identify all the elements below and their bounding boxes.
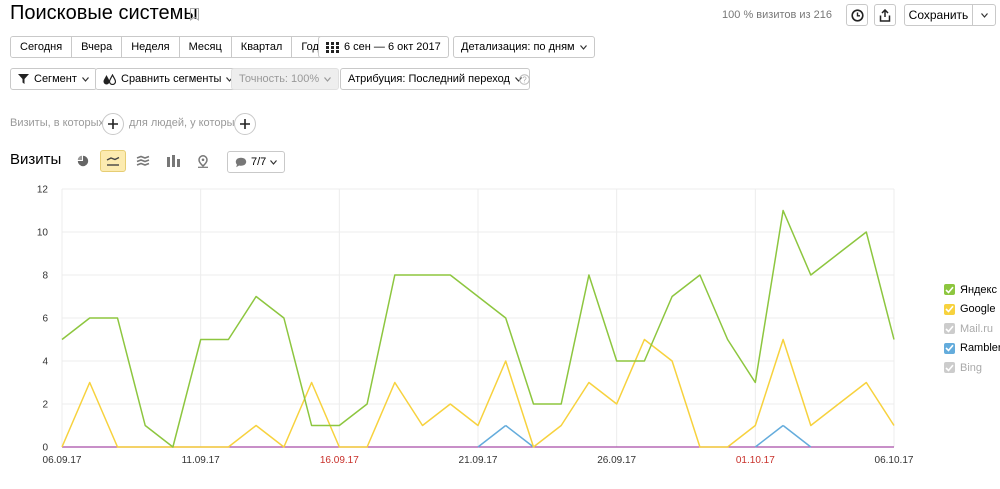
chart-type-pie-button[interactable] bbox=[70, 150, 96, 172]
legend-item[interactable]: Яндекс bbox=[944, 283, 1000, 296]
legend-label: Bing bbox=[960, 361, 983, 374]
chart-title: Визиты bbox=[10, 151, 62, 168]
chart-type-map-button[interactable] bbox=[190, 150, 216, 172]
visits-condition-label: Визиты, в которых bbox=[10, 117, 104, 129]
plus-icon bbox=[240, 119, 250, 129]
chevron-down-icon bbox=[324, 76, 332, 82]
legend-label: Rambler bbox=[960, 342, 1000, 354]
period-today[interactable]: Сегодня bbox=[11, 37, 73, 57]
legend-item[interactable]: Google bbox=[944, 303, 1000, 316]
date-range-label: 6 сен — 6 окт 2017 bbox=[344, 41, 441, 53]
chevron-down-icon bbox=[579, 44, 587, 50]
period-week[interactable]: Неделя bbox=[122, 37, 180, 57]
drops-icon bbox=[103, 73, 116, 85]
add-people-condition-button[interactable] bbox=[234, 113, 256, 135]
filter-icon bbox=[18, 74, 29, 84]
legend-item[interactable]: Bing bbox=[944, 361, 1000, 374]
period-yesterday[interactable]: Вчера bbox=[72, 37, 123, 57]
period-selector: Сегодня Вчера Неделя Месяц Квартал Год bbox=[10, 36, 329, 58]
y-tick-label: 8 bbox=[42, 271, 48, 282]
series-selector-dropdown[interactable]: 7/7 bbox=[227, 151, 286, 173]
export-button[interactable] bbox=[874, 4, 896, 26]
y-tick-label: 6 bbox=[42, 314, 48, 325]
x-tick-label: 01.10.17 bbox=[736, 455, 775, 466]
svg-text:?: ? bbox=[522, 75, 527, 84]
segment-dropdown[interactable]: Сегмент bbox=[10, 68, 97, 90]
detail-label: Детализация: по дням bbox=[461, 41, 575, 53]
detail-dropdown[interactable]: Детализация: по дням bbox=[453, 36, 595, 58]
save-label: Сохранить bbox=[905, 5, 973, 25]
segment-label: Сегмент bbox=[34, 73, 77, 85]
chart-type-area-button[interactable] bbox=[130, 150, 156, 172]
y-tick-label: 10 bbox=[37, 228, 49, 239]
compare-label: Сравнить сегменты bbox=[121, 73, 222, 85]
legend-item[interactable]: Mail.ru bbox=[944, 322, 1000, 335]
legend-label: Google bbox=[960, 303, 996, 315]
speech-bubble-icon bbox=[235, 157, 247, 167]
people-condition-label: для людей, у которых bbox=[129, 117, 240, 129]
y-tick-label: 2 bbox=[42, 400, 48, 411]
pie-chart-icon bbox=[77, 155, 89, 167]
page-title: Поисковые системы bbox=[10, 2, 198, 24]
chart-grid bbox=[61, 188, 895, 448]
calendar-icon bbox=[326, 41, 339, 53]
save-options-arrow[interactable] bbox=[973, 5, 995, 25]
chevron-down-icon bbox=[980, 12, 988, 18]
checkbox-icon bbox=[944, 362, 955, 373]
x-tick-label: 21.09.17 bbox=[459, 455, 498, 466]
checkbox-icon bbox=[944, 303, 955, 315]
x-tick-label: 06.10.17 bbox=[875, 455, 914, 466]
chevron-down-icon bbox=[270, 159, 278, 165]
x-tick-label: 16.09.17 bbox=[320, 455, 359, 466]
y-tick-label: 4 bbox=[42, 357, 48, 368]
y-axis-ticks: 0 2 4 6 8 10 12 bbox=[37, 185, 49, 454]
chart-type-line-button[interactable] bbox=[100, 150, 126, 172]
y-tick-label: 12 bbox=[37, 185, 49, 196]
history-button[interactable] bbox=[846, 4, 868, 26]
line-chart-icon bbox=[106, 156, 120, 166]
help-icon[interactable]: ? bbox=[519, 74, 530, 85]
x-axis-ticks: 06.09.17 11.09.17 16.09.17 21.09.17 26.09.17… bbox=[43, 455, 914, 466]
legend-item[interactable]: Rambler bbox=[944, 342, 1000, 355]
chevron-down-icon bbox=[81, 76, 89, 82]
checkbox-icon bbox=[944, 342, 955, 354]
compare-segments-dropdown[interactable]: Сравнить сегменты bbox=[95, 68, 242, 90]
x-tick-label: 26.09.17 bbox=[597, 455, 636, 466]
x-tick-label: 06.09.17 bbox=[43, 455, 82, 466]
attribution-dropdown[interactable]: Атрибуция: Последний переход bbox=[340, 68, 530, 90]
save-button[interactable]: Сохранить bbox=[904, 4, 996, 26]
attribution-label: Атрибуция: Последний переход bbox=[348, 73, 510, 85]
accuracy-label: Точность: 100% bbox=[239, 73, 320, 85]
checkbox-icon bbox=[944, 323, 955, 334]
area-chart-icon bbox=[136, 155, 150, 166]
chart-legend: Яндекс Google Mail.ru Rambler Bing bbox=[944, 283, 1000, 374]
period-quarter[interactable]: Квартал bbox=[231, 37, 293, 57]
clock-icon bbox=[850, 8, 864, 22]
map-pin-icon bbox=[198, 154, 208, 168]
series-counter: 7/7 bbox=[251, 156, 267, 168]
legend-label: Яндекс bbox=[960, 283, 997, 296]
bookmark-icon[interactable] bbox=[190, 8, 199, 21]
legend-label: Mail.ru bbox=[960, 322, 994, 335]
add-visit-condition-button[interactable] bbox=[102, 113, 124, 135]
share-icon bbox=[879, 8, 891, 22]
y-tick-label: 0 bbox=[42, 443, 48, 454]
checkbox-icon bbox=[944, 284, 955, 295]
x-tick-label: 11.09.17 bbox=[182, 455, 221, 466]
chart-type-bar-button[interactable] bbox=[160, 150, 186, 172]
accuracy-dropdown[interactable]: Точность: 100% bbox=[231, 68, 340, 90]
visits-sampling-info: 100 % визитов из 216 bbox=[722, 9, 832, 21]
date-range-picker[interactable]: 6 сен — 6 окт 2017 bbox=[318, 36, 449, 58]
period-month[interactable]: Месяц bbox=[179, 37, 232, 57]
line-chart: 0 2 4 6 8 10 12 06.09.17 11.09.17 16.09.17 21.09.… bbox=[37, 185, 914, 467]
plus-icon bbox=[108, 119, 118, 129]
bar-chart-icon bbox=[166, 155, 180, 167]
